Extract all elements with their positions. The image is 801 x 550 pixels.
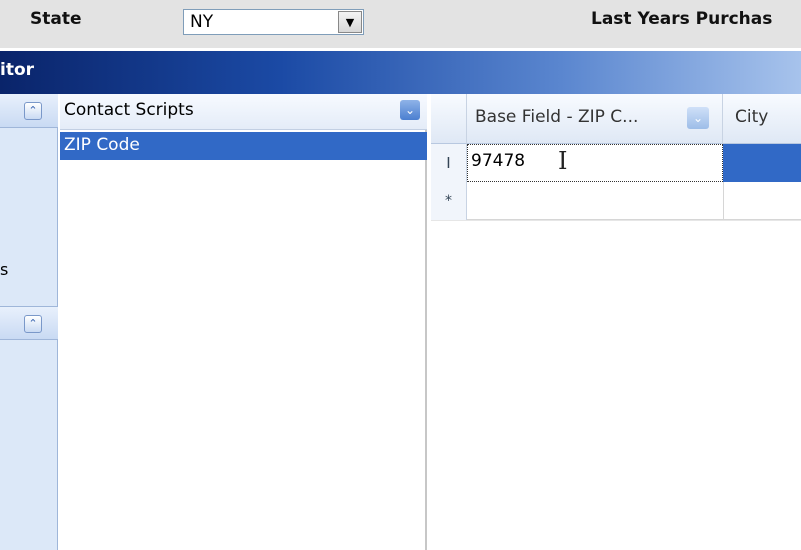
city-cell[interactable] (723, 144, 801, 182)
zip-code-cell-editor[interactable]: 97478 I (467, 144, 723, 182)
data-grid: Base Field - ZIP C... ⌄ City I 97478 I * (431, 94, 801, 550)
column-header-base-field-zip[interactable]: Base Field - ZIP C... ⌄ (467, 94, 723, 144)
table-row[interactable]: I 97478 I (431, 144, 801, 182)
list-item[interactable]: ZIP Code (60, 132, 427, 160)
column-header-city[interactable]: City (735, 107, 768, 127)
list-header[interactable]: Contact Scripts ⌄ (60, 94, 427, 130)
pane-header-2: ⌃ (0, 306, 58, 340)
last-years-purchases-label: Last Years Purchas (591, 9, 773, 29)
state-label: State (30, 9, 82, 29)
list-item-label: ZIP Code (64, 135, 140, 155)
state-dropdown-button[interactable]: ▼ (338, 11, 362, 33)
chevron-down-icon[interactable]: ⌄ (687, 107, 709, 129)
grid-header-row: Base Field - ZIP C... ⌄ City (431, 94, 801, 144)
editor-title-bar: itor (0, 51, 801, 94)
state-combobox-value[interactable]: NY (190, 12, 213, 32)
form-header-strip: State NY ▼ Last Years Purchas (0, 0, 801, 48)
grid-empty-area (431, 221, 801, 550)
pane-truncated-label: s (0, 260, 9, 279)
grid-corner (431, 94, 467, 144)
pane-header-1: ⌃ (0, 94, 58, 128)
contact-scripts-list: Contact Scripts ⌄ ZIP Code (60, 94, 427, 550)
new-row[interactable]: * (431, 182, 801, 220)
text-cursor-icon: I (558, 147, 568, 175)
zip-code-cell-value[interactable]: 97478 (471, 151, 525, 171)
collapse-up-icon[interactable]: ⌃ (24, 315, 42, 333)
chevron-down-icon[interactable]: ⌄ (400, 100, 420, 120)
window-title: itor (0, 60, 35, 80)
chevron-down-icon: ▼ (345, 15, 355, 29)
cell-divider (723, 182, 724, 220)
row-edit-indicator-icon: I (431, 144, 467, 182)
column-header-label: Base Field - ZIP C... (475, 107, 639, 127)
new-row-indicator-icon: * (431, 182, 467, 220)
list-header-title: Contact Scripts (64, 100, 194, 120)
navigation-pane: ⌃ s ⌃ (0, 94, 58, 550)
collapse-up-icon[interactable]: ⌃ (24, 102, 42, 120)
state-combobox[interactable]: NY ▼ (183, 9, 364, 35)
